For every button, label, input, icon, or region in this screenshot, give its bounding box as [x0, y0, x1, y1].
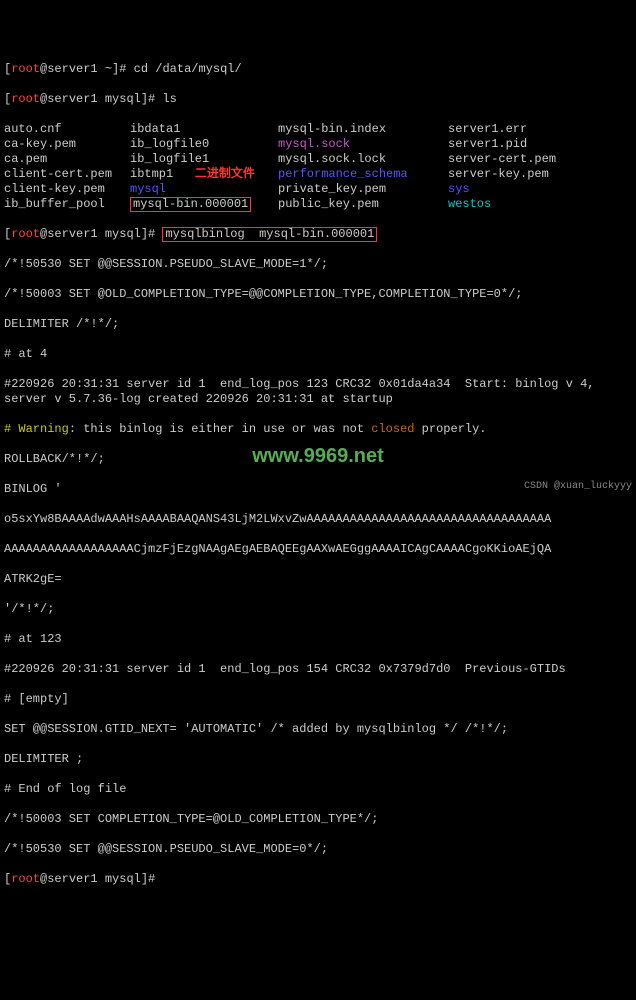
out-line: # at 123: [4, 632, 632, 647]
annotation-label: 二进制文件: [195, 167, 255, 181]
out-line: #220926 20:31:31 server id 1 end_log_pos…: [4, 377, 632, 407]
prompt-line-2: [root@server1 mysql]# ls: [4, 92, 632, 107]
out-line: # at 4: [4, 347, 632, 362]
prompt-line-1: [root@server1 ~]# cd /data/mysql/: [4, 62, 632, 77]
out-line: AAAAAAAAAAAAAAAAAACjmzFjEzgNAAgAEgAEBAQE…: [4, 542, 632, 557]
out-line: SET @@SESSION.GTID_NEXT= 'AUTOMATIC' /* …: [4, 722, 632, 737]
out-line: #220926 20:31:31 server id 1 end_log_pos…: [4, 662, 632, 677]
out-line: o5sxYw8BAAAAdwAAAHsAAAABAAQANS43LjM2LWxv…: [4, 512, 632, 527]
out-line: /*!50003 SET COMPLETION_TYPE=@OLD_COMPLE…: [4, 812, 632, 827]
out-line: DELIMITER ;: [4, 752, 632, 767]
out-line: /*!50530 SET @@SESSION.PSEUDO_SLAVE_MODE…: [4, 842, 632, 857]
out-line: ATRK2gE=: [4, 572, 632, 587]
prompt-line-3: [root@server1 mysql]# mysqlbinlog mysql-…: [4, 227, 632, 242]
cmd-ls: ls: [162, 92, 176, 106]
highlight-box-cmd: mysqlbinlog mysql-bin.000001: [162, 227, 377, 242]
out-line: /*!50530 SET @@SESSION.PSEUDO_SLAVE_MODE…: [4, 257, 632, 272]
highlight-box-binfile: mysql-bin.000001: [130, 197, 251, 212]
out-line: '/*!*/;: [4, 602, 632, 617]
out-line: ROLLBACK/*!*/;: [4, 452, 632, 467]
out-line: BINLOG ': [4, 482, 632, 497]
out-line: /*!50003 SET @OLD_COMPLETION_TYPE=@@COMP…: [4, 287, 632, 302]
out-line: DELIMITER /*!*/;: [4, 317, 632, 332]
out-line: # [empty]: [4, 692, 632, 707]
warning-line: # Warning: this binlog is either in use …: [4, 422, 632, 437]
prompt-line-4[interactable]: [root@server1 mysql]#: [4, 872, 632, 887]
ls-output: auto.cnf ca-key.pem ca.pem client-cert.p…: [4, 122, 632, 212]
cmd-cd: cd /data/mysql/: [134, 62, 242, 76]
out-line: # End of log file: [4, 782, 632, 797]
